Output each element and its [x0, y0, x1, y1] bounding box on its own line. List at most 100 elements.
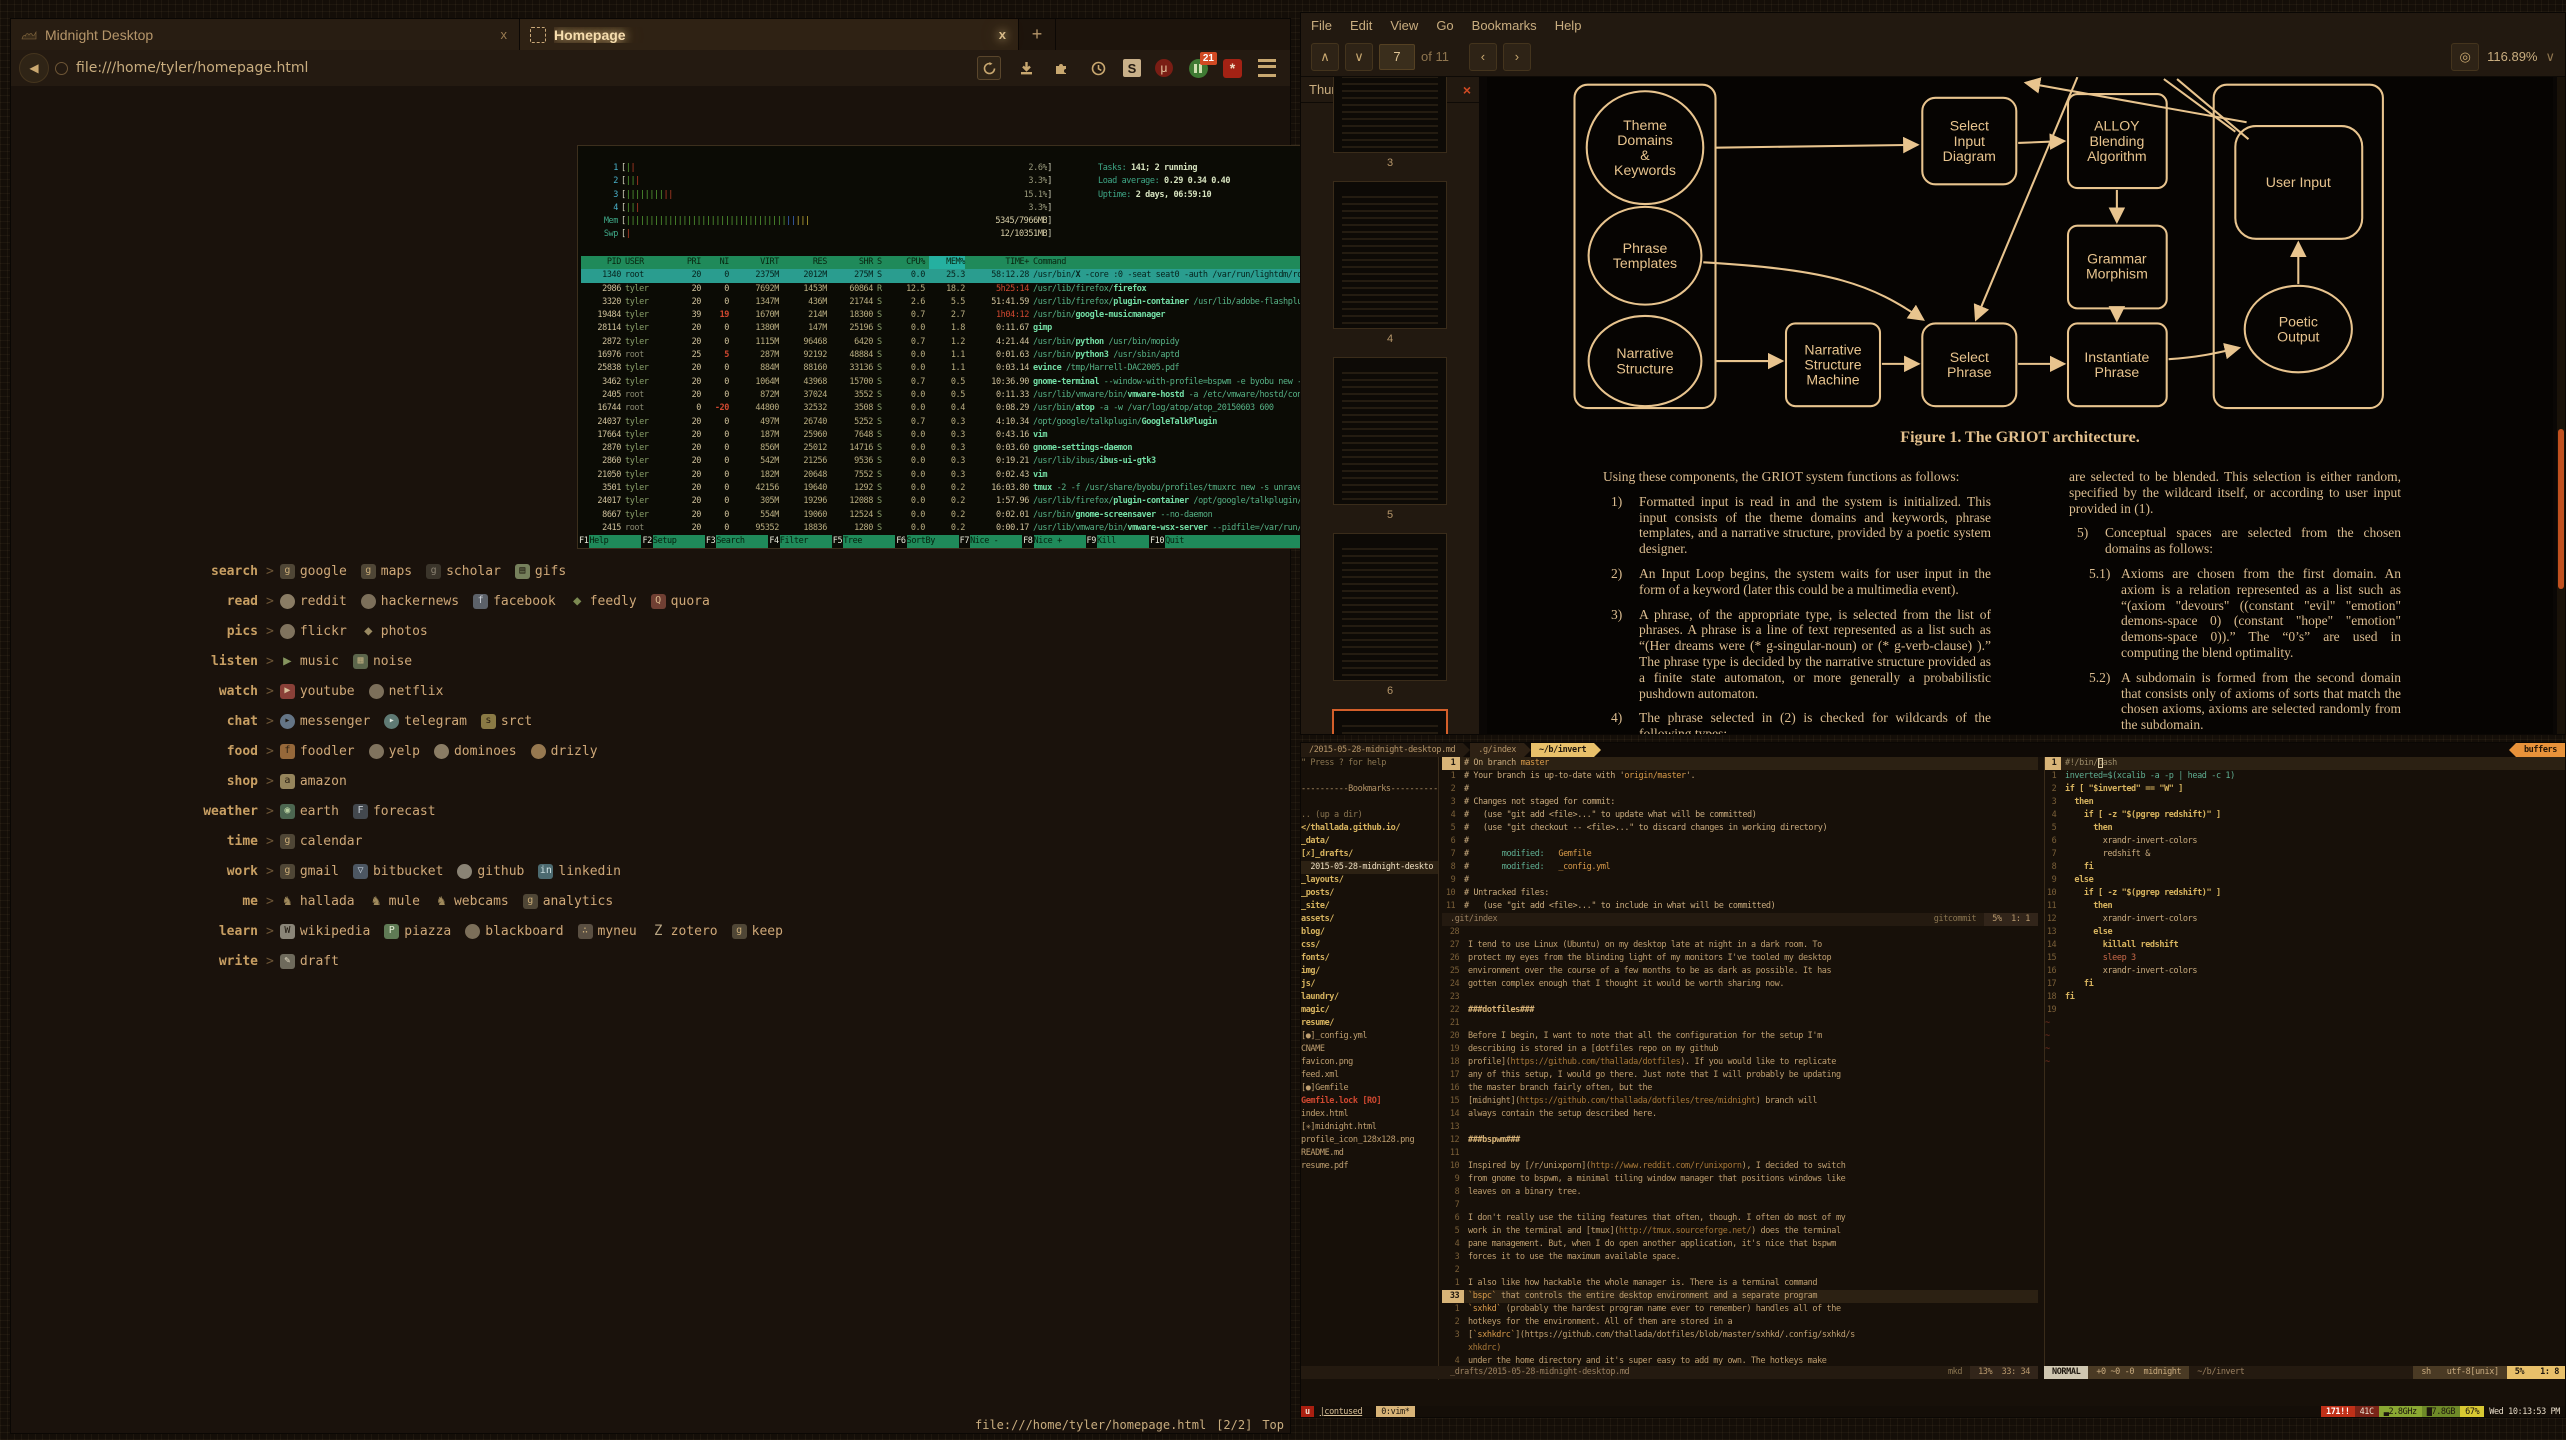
link-hallada[interactable]: ♞hallada — [280, 894, 355, 909]
column-pri[interactable]: PRI — [677, 256, 701, 269]
menu-icon[interactable] — [1256, 57, 1278, 79]
link-photos[interactable]: ◆photos — [361, 624, 428, 639]
link-foodler[interactable]: ffoodler — [280, 744, 355, 759]
column-user[interactable]: USER — [625, 256, 673, 269]
column-command[interactable]: Command — [1033, 256, 1326, 269]
thumbnail-page-6[interactable]: 6 — [1301, 533, 1479, 697]
pdf-scrollbar[interactable] — [2557, 77, 2565, 735]
tab-counter-icon[interactable]: 21 — [1187, 57, 1209, 79]
link-flickr[interactable]: flickr — [280, 624, 347, 639]
link-analytics[interactable]: ganalytics — [523, 894, 613, 909]
history-back-button[interactable]: ‹ — [1469, 43, 1497, 71]
reload-icon[interactable] — [977, 56, 1001, 80]
link-mule[interactable]: ♞mule — [369, 894, 420, 909]
link-hackernews[interactable]: hackernews — [361, 594, 459, 609]
link-netflix[interactable]: netflix — [369, 684, 444, 699]
link-gmail[interactable]: ggmail — [280, 864, 339, 879]
link-wikipedia[interactable]: Wwikipedia — [280, 924, 370, 939]
menu-file[interactable]: File — [1311, 18, 1332, 33]
tab-close-icon[interactable]: x — [997, 27, 1008, 42]
tab-close-icon[interactable]: x — [499, 27, 510, 42]
column-s[interactable]: S — [877, 256, 889, 269]
link-gifs[interactable]: ▤gifs — [515, 564, 566, 579]
download-icon[interactable] — [1015, 57, 1037, 79]
link-linkedin[interactable]: inlinkedin — [538, 864, 621, 879]
link-amazon[interactable]: aamazon — [280, 774, 347, 789]
fkey-tree[interactable]: F5Tree — [832, 535, 895, 549]
link-srct[interactable]: ssrct — [481, 714, 532, 729]
fkey-quit[interactable]: F10Quit — [1149, 535, 1217, 549]
link-music[interactable]: ▶music — [280, 654, 339, 669]
menu-edit[interactable]: Edit — [1350, 18, 1372, 33]
link-piazza[interactable]: Ppiazza — [384, 924, 451, 939]
fkey-setup[interactable]: F2Setup — [641, 535, 704, 549]
zoom-fit-icon[interactable]: ◎ — [2451, 43, 2479, 71]
zoom-dropdown-icon[interactable]: ∨ — [2545, 49, 2555, 65]
link-calendar[interactable]: gcalendar — [280, 834, 363, 849]
link-yelp[interactable]: yelp — [369, 744, 420, 759]
browser-tab-homepage[interactable]: Homepagex — [520, 19, 1019, 50]
history-clock-icon[interactable] — [1087, 57, 1109, 79]
pdf-scrollbar-thumb[interactable] — [2558, 429, 2564, 589]
vim-tab-2[interactable]: ~/b/invert — [1531, 743, 1594, 757]
link-drizly[interactable]: drizly — [531, 744, 598, 759]
link-myneu[interactable]: ∴myneu — [578, 924, 637, 939]
column-shr[interactable]: SHR — [831, 256, 873, 269]
thumbnail-page-4[interactable]: 4 — [1301, 181, 1479, 345]
menu-view[interactable]: View — [1390, 18, 1418, 33]
vim-tab-1[interactable]: .g/index — [1470, 743, 1524, 757]
url-input[interactable]: file:///home/tyler/homepage.html — [76, 60, 965, 76]
link-facebook[interactable]: ffacebook — [473, 594, 556, 609]
back-button[interactable]: ◀ — [19, 53, 49, 83]
column-pid[interactable]: PID — [581, 256, 621, 269]
link-draft[interactable]: ✎draft — [280, 954, 339, 969]
link-maps[interactable]: gmaps — [361, 564, 412, 579]
fkey-nice[interactable]: F7Nice - — [959, 535, 1022, 549]
puzzle-icon[interactable] — [1051, 57, 1073, 79]
link-noise[interactable]: ▦noise — [353, 654, 412, 669]
link-messenger[interactable]: ▸messenger — [280, 714, 370, 729]
link-blackboard[interactable]: blackboard — [465, 924, 563, 939]
thumbnail-page-7[interactable] — [1301, 709, 1479, 735]
column-ni[interactable]: NI — [705, 256, 729, 269]
vim-tab-0[interactable]: /2015-05-28-midnight-desktop.md — [1301, 743, 1463, 757]
link-keep[interactable]: gkeep — [732, 924, 783, 939]
link-forecast[interactable]: Fforecast — [353, 804, 436, 819]
link-webcams[interactable]: ♞webcams — [434, 894, 509, 909]
link-telegram[interactable]: ▸telegram — [384, 714, 467, 729]
link-github[interactable]: github — [457, 864, 524, 879]
mu-extension-icon[interactable]: μ — [1155, 59, 1173, 77]
menu-help[interactable]: Help — [1555, 18, 1582, 33]
thumbnail-page-5[interactable]: 5 — [1301, 357, 1479, 521]
fkey-help[interactable]: F1Help — [578, 535, 641, 549]
page-number-input[interactable]: 7 — [1379, 44, 1415, 70]
column-res[interactable]: RES — [783, 256, 827, 269]
menu-bookmarks[interactable]: Bookmarks — [1472, 18, 1537, 33]
link-feedly[interactable]: ◆feedly — [570, 594, 637, 609]
history-forward-button[interactable]: › — [1503, 43, 1531, 71]
column-virt[interactable]: VIRT — [733, 256, 779, 269]
fkey-nice[interactable]: F8Nice + — [1022, 535, 1085, 549]
link-bitbucket[interactable]: ▽bitbucket — [353, 864, 443, 879]
link-earth[interactable]: ◉earth — [280, 804, 339, 819]
fkey-search[interactable]: F3Search — [705, 535, 768, 549]
link-reddit[interactable]: reddit — [280, 594, 347, 609]
fkey-kill[interactable]: F9Kill — [1086, 535, 1149, 549]
fkey-filter[interactable]: F4Filter — [768, 535, 831, 549]
link-youtube[interactable]: ▶youtube — [280, 684, 355, 699]
column-mem[interactable]: MEM% — [929, 256, 965, 269]
previous-page-button[interactable]: ∧ — [1311, 43, 1339, 71]
lastpass-icon[interactable]: * — [1223, 59, 1242, 78]
link-scholar[interactable]: gscholar — [426, 564, 501, 579]
column-time[interactable]: TIME+ — [969, 256, 1029, 269]
new-tab-button[interactable]: + — [1019, 19, 1056, 50]
s-extension-icon[interactable]: S — [1123, 59, 1141, 77]
column-cpu[interactable]: CPU% — [893, 256, 925, 269]
zoom-level[interactable]: 116.89% — [2487, 49, 2537, 64]
link-dominoes[interactable]: dominoes — [434, 744, 517, 759]
link-quora[interactable]: Qquora — [651, 594, 710, 609]
thumbnail-page-3[interactable]: 3 — [1301, 77, 1479, 169]
menu-go[interactable]: Go — [1436, 18, 1453, 33]
next-page-button[interactable]: ∨ — [1345, 43, 1373, 71]
link-google[interactable]: ggoogle — [280, 564, 347, 579]
